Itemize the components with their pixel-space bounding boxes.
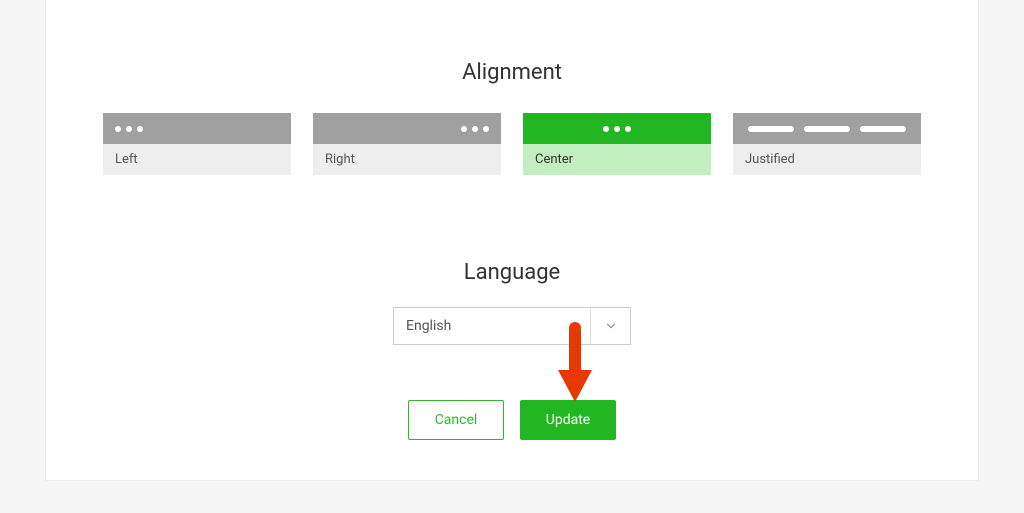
alignment-option-label: Left (103, 144, 291, 175)
chevron-down-icon (590, 308, 630, 344)
alignment-option-label: Right (313, 144, 501, 175)
alignment-option-center[interactable]: Center (523, 113, 711, 175)
settings-panel: Alignment Left Right (45, 0, 979, 481)
dots-icon (115, 126, 143, 132)
update-button[interactable]: Update (520, 400, 616, 440)
language-select[interactable]: English (393, 307, 631, 345)
language-section: Language English (46, 260, 978, 345)
bar-icon (748, 126, 794, 132)
alignment-options-row: Left Right Center Just (46, 113, 978, 175)
language-select-value: English (394, 308, 590, 344)
bar-icon (804, 126, 850, 132)
alignment-option-left[interactable]: Left (103, 113, 291, 175)
dots-icon (603, 126, 631, 132)
alignment-preview-right (313, 113, 501, 144)
alignment-preview-justified (733, 113, 921, 144)
alignment-option-label: Center (523, 144, 711, 175)
alignment-section-title: Alignment (46, 60, 978, 85)
action-buttons-row: Cancel Update (46, 400, 978, 440)
alignment-preview-center (523, 113, 711, 144)
alignment-option-justified[interactable]: Justified (733, 113, 921, 175)
alignment-preview-left (103, 113, 291, 144)
alignment-option-right[interactable]: Right (313, 113, 501, 175)
dots-icon (461, 126, 489, 132)
language-section-title: Language (46, 260, 978, 285)
cancel-button[interactable]: Cancel (408, 400, 504, 440)
bar-icon (860, 126, 906, 132)
language-select-wrap: English (46, 307, 978, 345)
alignment-option-label: Justified (733, 144, 921, 175)
